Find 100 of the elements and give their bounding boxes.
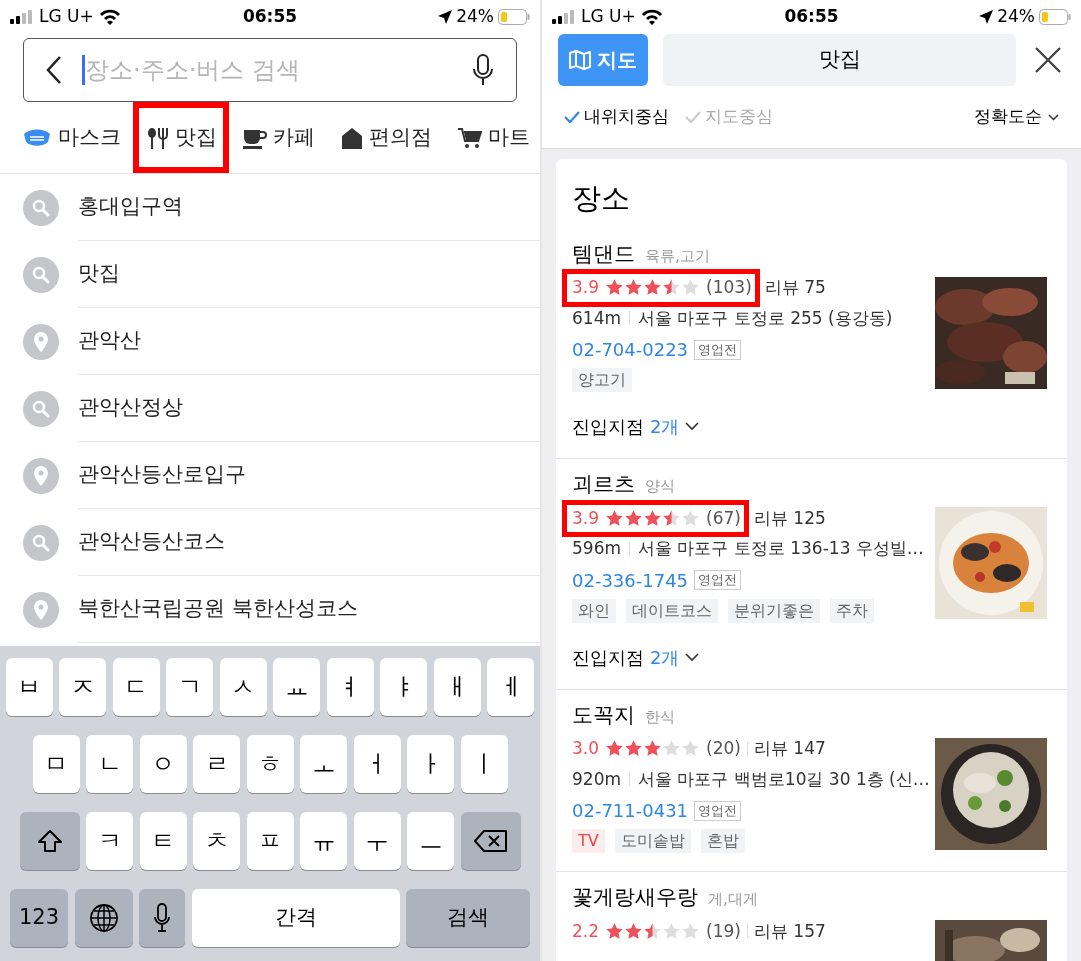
space-key[interactable]: 간격 xyxy=(191,889,400,947)
backspace-key[interactable] xyxy=(460,812,521,870)
place-tag: 주차 xyxy=(830,598,874,623)
category-chip[interactable]: 맛집 xyxy=(147,121,217,154)
location-pin-icon xyxy=(23,591,59,628)
keyboard-key[interactable]: ㅔ xyxy=(487,658,535,716)
place-name[interactable]: 괴르츠 xyxy=(572,469,635,501)
keyboard-key[interactable]: ㅊ xyxy=(193,812,240,870)
star-icon xyxy=(624,921,644,941)
keyboard-key[interactable]: ㅗ xyxy=(300,735,347,793)
review-count[interactable]: 리뷰 125 xyxy=(753,505,826,531)
clock-time: 06:55 xyxy=(242,5,298,29)
dictation-key[interactable] xyxy=(139,889,185,947)
distance-text: 614m xyxy=(572,306,621,330)
star-icon xyxy=(605,739,625,759)
star-icon xyxy=(681,278,701,298)
keyboard-key[interactable]: ㅓ xyxy=(353,735,401,793)
star-icon xyxy=(605,508,625,528)
microphone-icon[interactable] xyxy=(472,54,494,86)
shift-key[interactable] xyxy=(19,812,80,870)
keyboard-key[interactable]: ㅅ xyxy=(219,658,267,716)
history-item[interactable]: 관악산등산코스 xyxy=(78,509,540,576)
distance-text: 920m xyxy=(572,767,621,791)
history-item[interactable]: 북한산국립공원 북한산성코스 xyxy=(78,576,540,643)
history-item[interactable]: 관악산 xyxy=(78,308,540,375)
battery-icon xyxy=(1039,9,1071,25)
place-name[interactable]: 꽃게랑새우랑 xyxy=(572,882,698,914)
keyboard-key[interactable]: ㅣ xyxy=(460,735,508,793)
entrance-toggle[interactable]: 진입지점 2개 xyxy=(572,643,935,671)
distance-text: 596m xyxy=(572,537,621,560)
star-icon xyxy=(643,508,663,528)
chevron-down-icon xyxy=(685,422,700,431)
search-input[interactable]: 장소·주소·버스 검색 xyxy=(85,52,452,88)
keyboard-key[interactable]: ㅜ xyxy=(353,812,401,870)
place-name[interactable]: 템댄드 xyxy=(572,238,635,270)
keyboard-key[interactable]: ㅏ xyxy=(407,735,454,793)
clock-time: 06:55 xyxy=(784,5,839,29)
history-item[interactable]: 홍대입구역 xyxy=(78,174,540,241)
keyboard-key[interactable]: ㅐ xyxy=(433,658,481,716)
status-badge: 영업전 xyxy=(694,800,742,821)
star-icon xyxy=(662,739,682,759)
phone-link[interactable]: 02-336-1745 xyxy=(572,566,689,594)
search-field[interactable]: 장소·주소·버스 검색 xyxy=(23,38,517,102)
star-icon xyxy=(643,739,663,759)
review-count[interactable]: 리뷰 147 xyxy=(753,736,826,762)
history-item[interactable]: 관악산정상 xyxy=(78,375,540,442)
category-chip[interactable]: 편의점 xyxy=(341,121,432,154)
keyboard-key[interactable]: ㅠ xyxy=(300,812,347,870)
check-icon xyxy=(685,111,701,123)
location-pin-icon xyxy=(23,323,59,360)
place-name[interactable]: 도꼭지 xyxy=(572,699,635,731)
battery-icon xyxy=(498,9,530,25)
keyboard-key[interactable]: ㄹ xyxy=(193,735,240,793)
star-icon xyxy=(605,278,625,298)
search-key[interactable]: 검색 xyxy=(406,889,530,947)
address-text: 서울 마포구 백범로10길 30 1층 (신… xyxy=(638,767,930,791)
keyboard-key[interactable]: ㅛ xyxy=(273,658,321,716)
keyboard-key[interactable]: ㅇ xyxy=(139,735,187,793)
keyboard-key[interactable]: ㅁ xyxy=(32,735,80,793)
keyboard-key[interactable]: ㅑ xyxy=(380,658,428,716)
globe-key[interactable] xyxy=(74,889,133,947)
keyboard-key[interactable]: ㅌ xyxy=(139,812,187,870)
keyboard-key[interactable]: ㅂ xyxy=(5,658,53,716)
keyboard-key[interactable]: ㄷ xyxy=(112,658,160,716)
place-category: 양식 xyxy=(645,476,675,497)
category-chip[interactable]: 카페 xyxy=(243,121,315,154)
close-icon[interactable] xyxy=(1035,47,1061,73)
phone-link[interactable]: 02-704-0223 xyxy=(572,336,689,363)
phone-link[interactable]: 02-711-0431 xyxy=(572,797,689,824)
review-count[interactable]: 리뷰 75 xyxy=(764,275,826,301)
category-chip[interactable]: 마트 xyxy=(458,121,530,154)
place-category: 육류,고기 xyxy=(645,245,710,267)
fork-spoon-icon xyxy=(147,126,169,149)
microphone-icon xyxy=(153,903,171,933)
filter-option[interactable]: 내위치중심 xyxy=(564,104,669,130)
query-field[interactable]: 맛집 xyxy=(663,34,1016,86)
rating-score: 2.2 xyxy=(572,919,600,943)
map-icon xyxy=(569,50,591,70)
sort-dropdown[interactable]: 정확도순 xyxy=(974,104,1059,130)
keyboard-key[interactable]: ㅎ xyxy=(246,735,294,793)
keyboard-key[interactable]: ㅋ xyxy=(86,812,133,870)
review-count[interactable]: 리뷰 157 xyxy=(753,918,826,944)
keyboard-key[interactable]: ㅡ xyxy=(407,812,454,870)
keyboard-key[interactable]: ㅈ xyxy=(59,658,107,716)
keyboard-key[interactable]: ㅍ xyxy=(246,812,294,870)
numbers-key[interactable]: 123 xyxy=(10,889,68,947)
entrance-count: 2개 xyxy=(650,645,680,670)
entrance-toggle[interactable]: 진입지점 2개 xyxy=(572,413,935,440)
address-text: 서울 마포구 토정로 136-13 우성빌… xyxy=(638,537,924,560)
history-item[interactable]: 관악산등산로입구 xyxy=(78,442,540,509)
star-icon xyxy=(605,921,625,941)
category-chip[interactable]: 마스크 xyxy=(22,121,121,154)
keyboard-key[interactable]: ㄴ xyxy=(86,735,133,793)
star-icon xyxy=(681,739,701,759)
keyboard-key[interactable]: ㅕ xyxy=(326,658,374,716)
keyboard-key[interactable]: ㄱ xyxy=(166,658,214,716)
status-badge: 영업전 xyxy=(694,339,742,360)
status-badge: 영업전 xyxy=(694,570,742,590)
star-icon xyxy=(624,739,644,759)
history-item[interactable]: 맛집 xyxy=(78,241,540,308)
